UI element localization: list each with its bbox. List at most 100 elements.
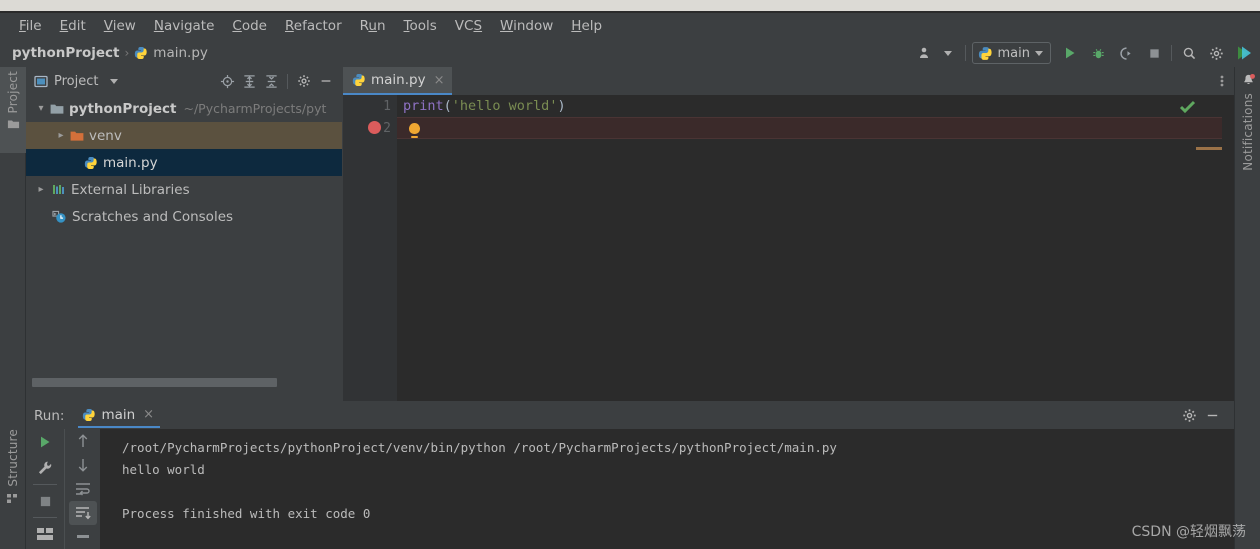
code-line-2 bbox=[397, 117, 1234, 139]
menu-item-run[interactable]: Run bbox=[351, 16, 395, 37]
menu-bar: File Edit View Navigate Code Refactor Ru… bbox=[0, 13, 1260, 39]
updates-icon[interactable] bbox=[1232, 42, 1254, 64]
tree-row-label: main.py bbox=[103, 154, 158, 171]
up-arrow-icon[interactable] bbox=[69, 429, 97, 453]
stop-icon[interactable] bbox=[1143, 42, 1165, 64]
breakpoint-icon[interactable] bbox=[368, 121, 381, 134]
inspection-ok-icon[interactable] bbox=[1179, 99, 1196, 114]
minimize-icon[interactable] bbox=[1205, 408, 1220, 423]
chevron-down-icon[interactable] bbox=[110, 78, 119, 84]
run-panel-header: Run: main × bbox=[26, 402, 1234, 429]
gear-icon[interactable] bbox=[1205, 42, 1227, 64]
soft-wrap-icon[interactable] bbox=[69, 477, 97, 501]
scrollbar-thumb[interactable] bbox=[32, 378, 277, 387]
menu-item-navigate[interactable]: Navigate bbox=[145, 16, 224, 37]
menu-item-vcs[interactable]: VCS bbox=[446, 16, 491, 37]
locate-icon[interactable] bbox=[217, 71, 237, 91]
wrench-icon[interactable] bbox=[30, 455, 60, 481]
tree-row[interactable]: main.py bbox=[26, 149, 342, 176]
run-tab-main[interactable]: main × bbox=[78, 403, 161, 428]
scroll-to-end-icon[interactable] bbox=[68, 501, 97, 525]
run-config-label: main bbox=[997, 45, 1030, 61]
project-panel-title-group[interactable]: Project bbox=[34, 74, 119, 89]
watermark: CSDN @轻烟飘荡 bbox=[1131, 524, 1246, 540]
sidebar-item-notifications[interactable]: Notifications bbox=[1235, 69, 1260, 199]
code-token-string: 'hello world' bbox=[451, 98, 558, 114]
print-icon[interactable] bbox=[69, 525, 97, 549]
chevron-right-icon[interactable]: ▸ bbox=[34, 184, 48, 195]
sidebar-item-project-label: Project bbox=[6, 71, 20, 114]
stop-icon[interactable] bbox=[30, 488, 60, 514]
gear-icon[interactable] bbox=[294, 71, 314, 91]
chevron-right-icon[interactable]: ▸ bbox=[54, 130, 68, 141]
toolbar-divider-1 bbox=[964, 45, 966, 61]
console-line-command: /root/PycharmProjects/pythonProject/venv… bbox=[122, 440, 837, 455]
gear-icon[interactable] bbox=[1182, 408, 1197, 423]
more-vertical-icon[interactable] bbox=[1210, 67, 1234, 95]
python-file-icon bbox=[84, 156, 98, 170]
editor-tab-label: main.py bbox=[371, 72, 426, 88]
editor-tab-main-py[interactable]: main.py × bbox=[343, 67, 452, 95]
menu-item-file[interactable]: File bbox=[10, 16, 51, 37]
code-line-1: print('hello world') bbox=[397, 95, 1234, 117]
coverage-icon[interactable] bbox=[1115, 42, 1137, 64]
tree-row-label: External Libraries bbox=[71, 181, 190, 198]
menu-item-window[interactable]: Window bbox=[491, 16, 562, 37]
expand-all-icon[interactable] bbox=[239, 71, 259, 91]
scratches-icon bbox=[52, 210, 67, 224]
run-console-output[interactable]: /root/PycharmProjects/pythonProject/venv… bbox=[100, 429, 1234, 549]
close-icon[interactable]: × bbox=[434, 73, 445, 88]
sidebar-item-structure[interactable]: Structure bbox=[0, 425, 26, 517]
tree-row[interactable]: ▸ venv bbox=[26, 122, 342, 149]
menu-item-code[interactable]: Code bbox=[223, 16, 276, 37]
close-icon[interactable]: × bbox=[143, 407, 154, 422]
bell-icon bbox=[1241, 73, 1256, 88]
run-panel-header-tools bbox=[1182, 408, 1234, 423]
code-token-keyword: print bbox=[403, 98, 444, 114]
breadcrumb-file[interactable]: main.py bbox=[153, 45, 208, 61]
debug-icon[interactable] bbox=[1087, 42, 1109, 64]
layout-icon[interactable] bbox=[30, 521, 60, 547]
search-icon[interactable] bbox=[1178, 42, 1200, 64]
tree-row[interactable]: ▾ pythonProject ~/PycharmProjects/pyt bbox=[26, 95, 342, 122]
editor-area: main.py × 1 2 print('hello world') bbox=[343, 67, 1234, 401]
project-tree-hscrollbar[interactable] bbox=[32, 378, 336, 387]
code-token-paren-open: ( bbox=[443, 98, 452, 114]
tree-row[interactable]: ▸ External Libraries bbox=[26, 176, 342, 203]
project-tree[interactable]: ▾ pythonProject ~/PycharmProjects/pyt ▸ … bbox=[26, 95, 342, 373]
collapse-all-icon[interactable] bbox=[261, 71, 281, 91]
run-icon[interactable] bbox=[1059, 42, 1081, 64]
editor-gutter[interactable]: 1 2 bbox=[343, 95, 397, 401]
breadcrumb-project[interactable]: pythonProject bbox=[12, 45, 119, 61]
project-icon bbox=[34, 75, 48, 88]
run-configuration-selector[interactable]: main bbox=[971, 42, 1051, 64]
menu-item-edit[interactable]: Edit bbox=[51, 16, 95, 37]
user-icon[interactable] bbox=[915, 42, 937, 64]
run-toolbar-divider-2 bbox=[33, 517, 57, 518]
menu-item-tools[interactable]: Tools bbox=[395, 16, 446, 37]
editor-body[interactable]: 1 2 print('hello world') bbox=[343, 95, 1234, 401]
minimize-icon[interactable] bbox=[316, 71, 336, 91]
console-line-output: hello world bbox=[122, 462, 205, 477]
code-content[interactable]: print('hello world') bbox=[397, 95, 1234, 401]
run-toolbar-left bbox=[26, 429, 64, 549]
tree-row[interactable]: Scratches and Consoles bbox=[26, 203, 342, 230]
rerun-icon[interactable] bbox=[30, 429, 60, 455]
run-panel-body: /root/PycharmProjects/pythonProject/venv… bbox=[26, 429, 1234, 549]
project-icon bbox=[7, 118, 20, 130]
sidebar-item-notifications-label: Notifications bbox=[1241, 93, 1255, 171]
sidebar-item-project[interactable]: Project bbox=[0, 67, 26, 153]
python-icon bbox=[82, 408, 96, 422]
project-panel-toolbar bbox=[217, 71, 342, 91]
menu-item-view[interactable]: View bbox=[95, 16, 145, 37]
intention-bulb-icon[interactable] bbox=[409, 123, 420, 138]
down-arrow-icon[interactable] bbox=[69, 453, 97, 477]
run-panel-label: Run: bbox=[34, 407, 65, 424]
toolbar-right: main bbox=[915, 39, 1254, 67]
menu-item-refactor[interactable]: Refactor bbox=[276, 16, 351, 37]
menu-item-help[interactable]: Help bbox=[562, 16, 611, 37]
chevron-down-icon[interactable]: ▾ bbox=[34, 103, 48, 114]
editor-vscrollbar[interactable] bbox=[1222, 95, 1234, 401]
user-dropdown-caret[interactable] bbox=[937, 42, 959, 64]
chevron-down-icon[interactable] bbox=[1035, 50, 1043, 56]
